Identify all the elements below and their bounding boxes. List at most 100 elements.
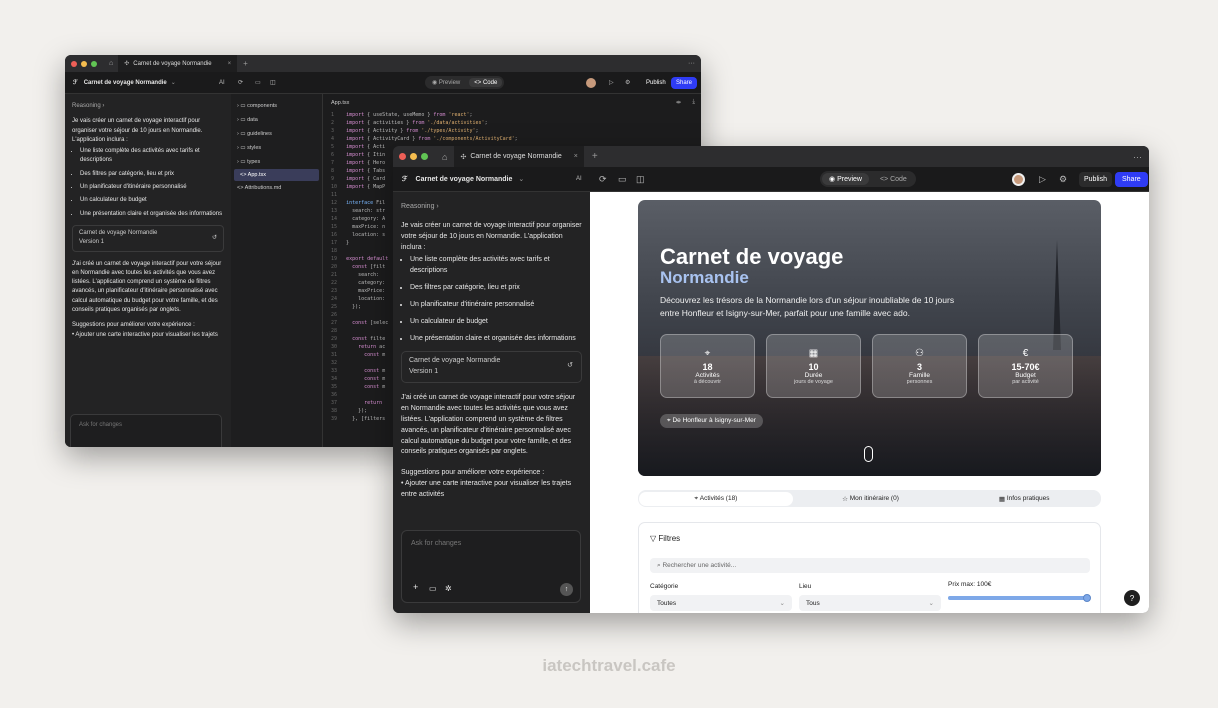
chevron-down-icon[interactable]: ⌄ xyxy=(518,175,524,183)
view-toggle: ◉ Preview <> Code xyxy=(820,171,916,187)
restore-icon[interactable]: ↺ xyxy=(567,361,573,372)
file-item-active[interactable]: <> App.tsx xyxy=(234,169,319,181)
settings-icon[interactable]: ⚙ xyxy=(1059,174,1067,185)
reasoning-toggle[interactable]: Reasoning › xyxy=(401,202,582,213)
window-controls xyxy=(393,153,428,160)
stat-label: Famille xyxy=(909,371,930,379)
code-icon: <> xyxy=(474,79,483,86)
reasoning-label: Reasoning xyxy=(72,103,101,109)
price-slider-thumb[interactable] xyxy=(1083,594,1091,602)
file-item[interactable]: › ▭ data xyxy=(231,113,322,127)
version-card[interactable]: Carnet de voyage Normandie Version 1 ↺ xyxy=(72,224,224,252)
download-icon[interactable]: ⤓ xyxy=(692,99,695,106)
price-slider[interactable] xyxy=(948,594,1091,602)
stats-row: ⌖ 18 Activités à découvrir ▦ 10 Durée jo… xyxy=(660,334,1073,398)
code-toggle[interactable]: <> Code xyxy=(469,78,503,87)
share-button[interactable]: Share xyxy=(671,76,698,89)
more-icon[interactable]: ··· xyxy=(688,60,695,67)
layout-icon[interactable]: ◫ xyxy=(636,174,645,185)
tab-label: Mon itinéraire (0) xyxy=(849,495,899,502)
play-icon[interactable]: ▷ xyxy=(609,79,614,86)
price-label: Prix max: 100€ xyxy=(948,581,992,588)
device-icon[interactable]: ▭ xyxy=(255,79,261,86)
avatar[interactable] xyxy=(586,77,596,88)
refresh-icon[interactable]: ⟳ xyxy=(599,174,607,185)
tab-activities[interactable]: ⌖ Activités (18) xyxy=(639,491,793,506)
version-title: Carnet de voyage Normandie xyxy=(79,229,158,236)
maximize-dot[interactable] xyxy=(91,60,97,67)
preview-toggle[interactable]: ◉ Preview xyxy=(822,173,869,185)
stat-sub: jours de voyage xyxy=(794,378,833,385)
filters-title: Filtres xyxy=(658,534,681,543)
send-button[interactable]: ↑ xyxy=(560,583,573,596)
play-icon[interactable]: ▷ xyxy=(1039,174,1046,185)
back-prompt-box[interactable]: Ask for changes + ▭ ✲ ↑ xyxy=(70,414,222,447)
file-item[interactable]: › ▭ styles xyxy=(231,141,322,155)
refresh-icon[interactable]: ⟳ xyxy=(238,79,243,86)
tab-itinerary[interactable]: ☆ Mon itinéraire (0) xyxy=(794,495,948,503)
plus-icon[interactable]: + xyxy=(413,581,418,595)
file-item[interactable]: › ▭ components xyxy=(231,99,322,113)
book-icon[interactable]: ▭ xyxy=(429,583,437,595)
list-item: Une liste complète des activités avec ta… xyxy=(80,147,224,166)
device-icon[interactable]: ▭ xyxy=(618,174,627,185)
reasoning-toggle[interactable]: Reasoning › xyxy=(72,102,224,111)
split-icon[interactable]: ⇹ xyxy=(676,99,681,106)
map-pin-icon: ⌖ xyxy=(704,347,711,359)
suggestions-heading: Suggestions pour améliorer votre expérie… xyxy=(72,322,195,329)
minimize-dot[interactable] xyxy=(81,60,87,67)
code-toggle[interactable]: <> Code xyxy=(873,173,914,185)
settings-icon[interactable]: ⚙ xyxy=(625,79,630,86)
home-icon[interactable]: ⌂ xyxy=(442,152,447,162)
close-tab-icon[interactable]: × xyxy=(228,61,232,67)
more-icon[interactable]: ··· xyxy=(1133,152,1142,162)
chevron-down-icon: ⌄ xyxy=(928,600,934,607)
stat-value: 18 xyxy=(702,361,713,372)
sparkle-icon[interactable]: ✲ xyxy=(445,583,452,595)
front-ai-label[interactable]: AI xyxy=(576,176,582,182)
stat-label: Budget xyxy=(1015,371,1036,379)
tab-label: Infos pratiques xyxy=(1006,495,1050,502)
new-tab-icon[interactable]: + xyxy=(592,151,598,162)
preview-toggle[interactable]: ◉ Preview xyxy=(427,78,465,87)
front-prompt-box[interactable]: Ask for changes + ▭ ✲ ↑ xyxy=(401,530,581,603)
list-item: Une présentation claire et organisée des… xyxy=(80,210,224,219)
scroll-indicator[interactable] xyxy=(864,446,873,462)
filters-header: ▽ Filtres xyxy=(650,534,680,543)
version-card[interactable]: Carnet de voyage Normandie Version 1 ↺ xyxy=(401,351,582,384)
category-select[interactable]: Toutes ⌄ xyxy=(650,595,792,611)
share-button[interactable]: Share xyxy=(1115,171,1148,187)
close-dot[interactable] xyxy=(399,153,406,160)
minimize-dot[interactable] xyxy=(410,153,417,160)
stat-value: 3 xyxy=(916,361,922,372)
lieu-select[interactable]: Tous ⌄ xyxy=(799,595,941,611)
calendar-icon: ▦ xyxy=(998,495,1007,503)
maximize-dot[interactable] xyxy=(421,153,428,160)
close-tab-icon[interactable]: × xyxy=(574,153,578,160)
publish-button[interactable]: Publish xyxy=(642,78,670,88)
help-button[interactable]: ? xyxy=(1124,590,1140,606)
avatar[interactable] xyxy=(1012,172,1025,186)
search-input[interactable]: ⌕ Rechercher une activité... xyxy=(650,558,1090,573)
chevron-down-icon[interactable]: ⌄ xyxy=(171,79,176,86)
file-item[interactable]: › ▭ guidelines xyxy=(231,127,322,141)
back-project-title[interactable]: Carnet de voyage Normandie xyxy=(84,80,167,86)
publish-button[interactable]: Publish xyxy=(1079,171,1112,187)
file-item[interactable]: <> Attributions.md xyxy=(231,181,322,195)
price-slider-fill xyxy=(948,596,1088,600)
hero-banner: Carnet de voyage Normandie Découvrez les… xyxy=(638,200,1101,476)
close-dot[interactable] xyxy=(71,60,77,67)
layout-icon[interactable]: ◫ xyxy=(270,79,276,86)
home-icon[interactable]: ⌂ xyxy=(109,60,113,67)
back-toolbar: ℱ Carnet de voyage Normandie ⌄ AI ⟳ ▭ ◫ … xyxy=(65,72,701,94)
restore-icon[interactable]: ↺ xyxy=(212,234,217,243)
back-active-tab[interactable]: ✣ Carnet de voyage Normandie × xyxy=(118,55,238,72)
front-project-title[interactable]: Carnet de voyage Normandie xyxy=(416,176,513,183)
new-tab-icon[interactable]: + xyxy=(243,59,248,68)
front-active-tab[interactable]: ✣ Carnet de voyage Normandie × xyxy=(454,146,584,167)
tab-infos[interactable]: ▦ Infos pratiques xyxy=(947,495,1101,503)
file-item[interactable]: › ▭ types xyxy=(231,155,322,169)
file-name: Attributions.md xyxy=(244,185,282,191)
figma-icon: ✣ xyxy=(124,61,130,67)
back-ai-label[interactable]: AI xyxy=(219,80,225,86)
